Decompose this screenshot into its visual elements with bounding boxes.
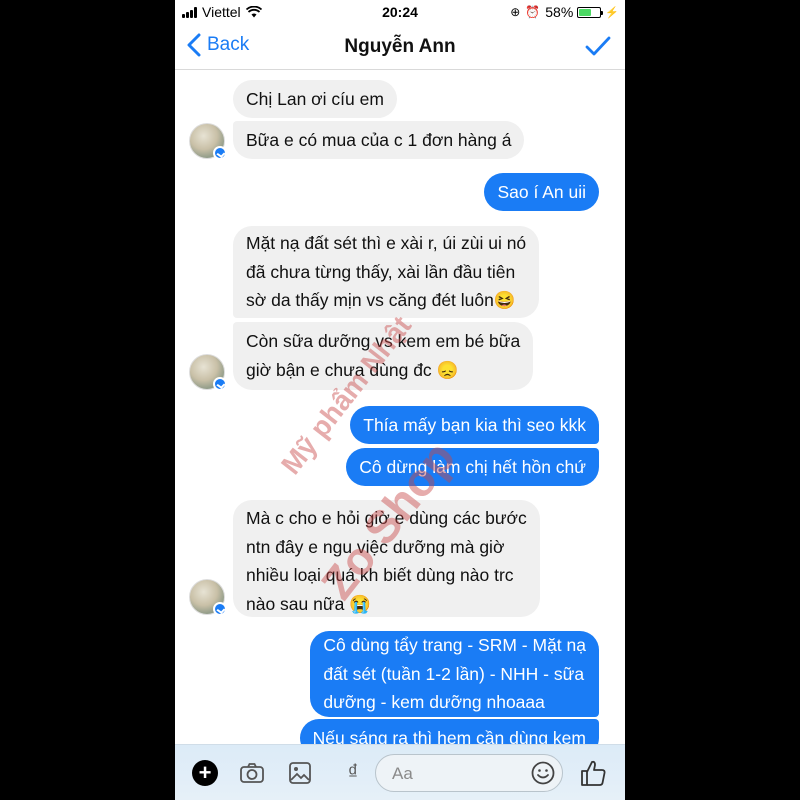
message-bubble-incoming[interactable]: Mà c cho e hỏi giờ e dùng các bước ntn đ… [233,500,540,617]
charging-icon: ⚡ [605,6,619,19]
messenger-badge-icon [213,146,227,160]
message-bubble-outgoing[interactable]: Sao í An uii [484,173,599,211]
message-bubble-incoming[interactable]: Chị Lan ơi cíu em [233,80,397,118]
messenger-badge-icon [213,602,227,616]
battery-icon [577,6,604,18]
back-label: Back [207,34,250,55]
emoji-icon[interactable] [531,761,555,785]
battery-percent: 58% [545,4,574,20]
message-bubble-incoming[interactable]: Còn sữa dưỡng vs kem em bé bữa giờ bận e… [233,322,534,390]
messenger-badge-icon [213,377,227,391]
message-list[interactable]: Chị Lan ơi cíu em Bữa e có mua của c 1 đ… [175,71,625,744]
photo-icon[interactable] [286,759,314,787]
composer-bar: + ₫ Aa [175,744,625,800]
back-button[interactable]: Back [187,33,249,57]
plus-icon[interactable]: + [192,760,218,786]
message-bubble-outgoing[interactable]: Nếu sáng ra thì hem cần dùng kem [299,719,599,744]
like-icon[interactable] [579,758,607,788]
message-bubble-incoming[interactable]: Mặt nạ đất sét thì e xài r, úi zùi ui nó… [233,226,540,318]
checkmark-icon[interactable] [585,35,611,57]
alarm-icon: ⏰ [525,5,541,19]
message-bubble-outgoing[interactable]: Cô dừng làm chị hết hồn chứ [346,448,599,486]
message-bubble-outgoing[interactable]: Thía mấy bạn kia thì seo kkk [350,406,599,444]
back-chevron-icon [187,33,201,57]
chat-screen: Viettel 20:24 ⊕ ⏰ 58% ⚡ Back Nguyễn Ann [175,0,625,800]
money-icon[interactable]: ₫ [339,759,367,787]
status-bar: Viettel 20:24 ⊕ ⏰ 58% ⚡ [175,0,625,24]
message-bubble-outgoing[interactable]: Cô dùng tẩy trang - SRM - Mặt nạ đất sét… [310,631,599,717]
message-bubble-incoming[interactable]: Bữa e có mua của c 1 đơn hàng á [233,121,525,159]
status-right: ⊕ ⏰ 58% ⚡ [510,4,619,20]
camera-icon[interactable] [238,759,266,787]
rotation-lock-icon: ⊕ [510,5,521,19]
battery-fill [579,8,591,16]
nav-bar: Back Nguyễn Ann [175,24,625,70]
